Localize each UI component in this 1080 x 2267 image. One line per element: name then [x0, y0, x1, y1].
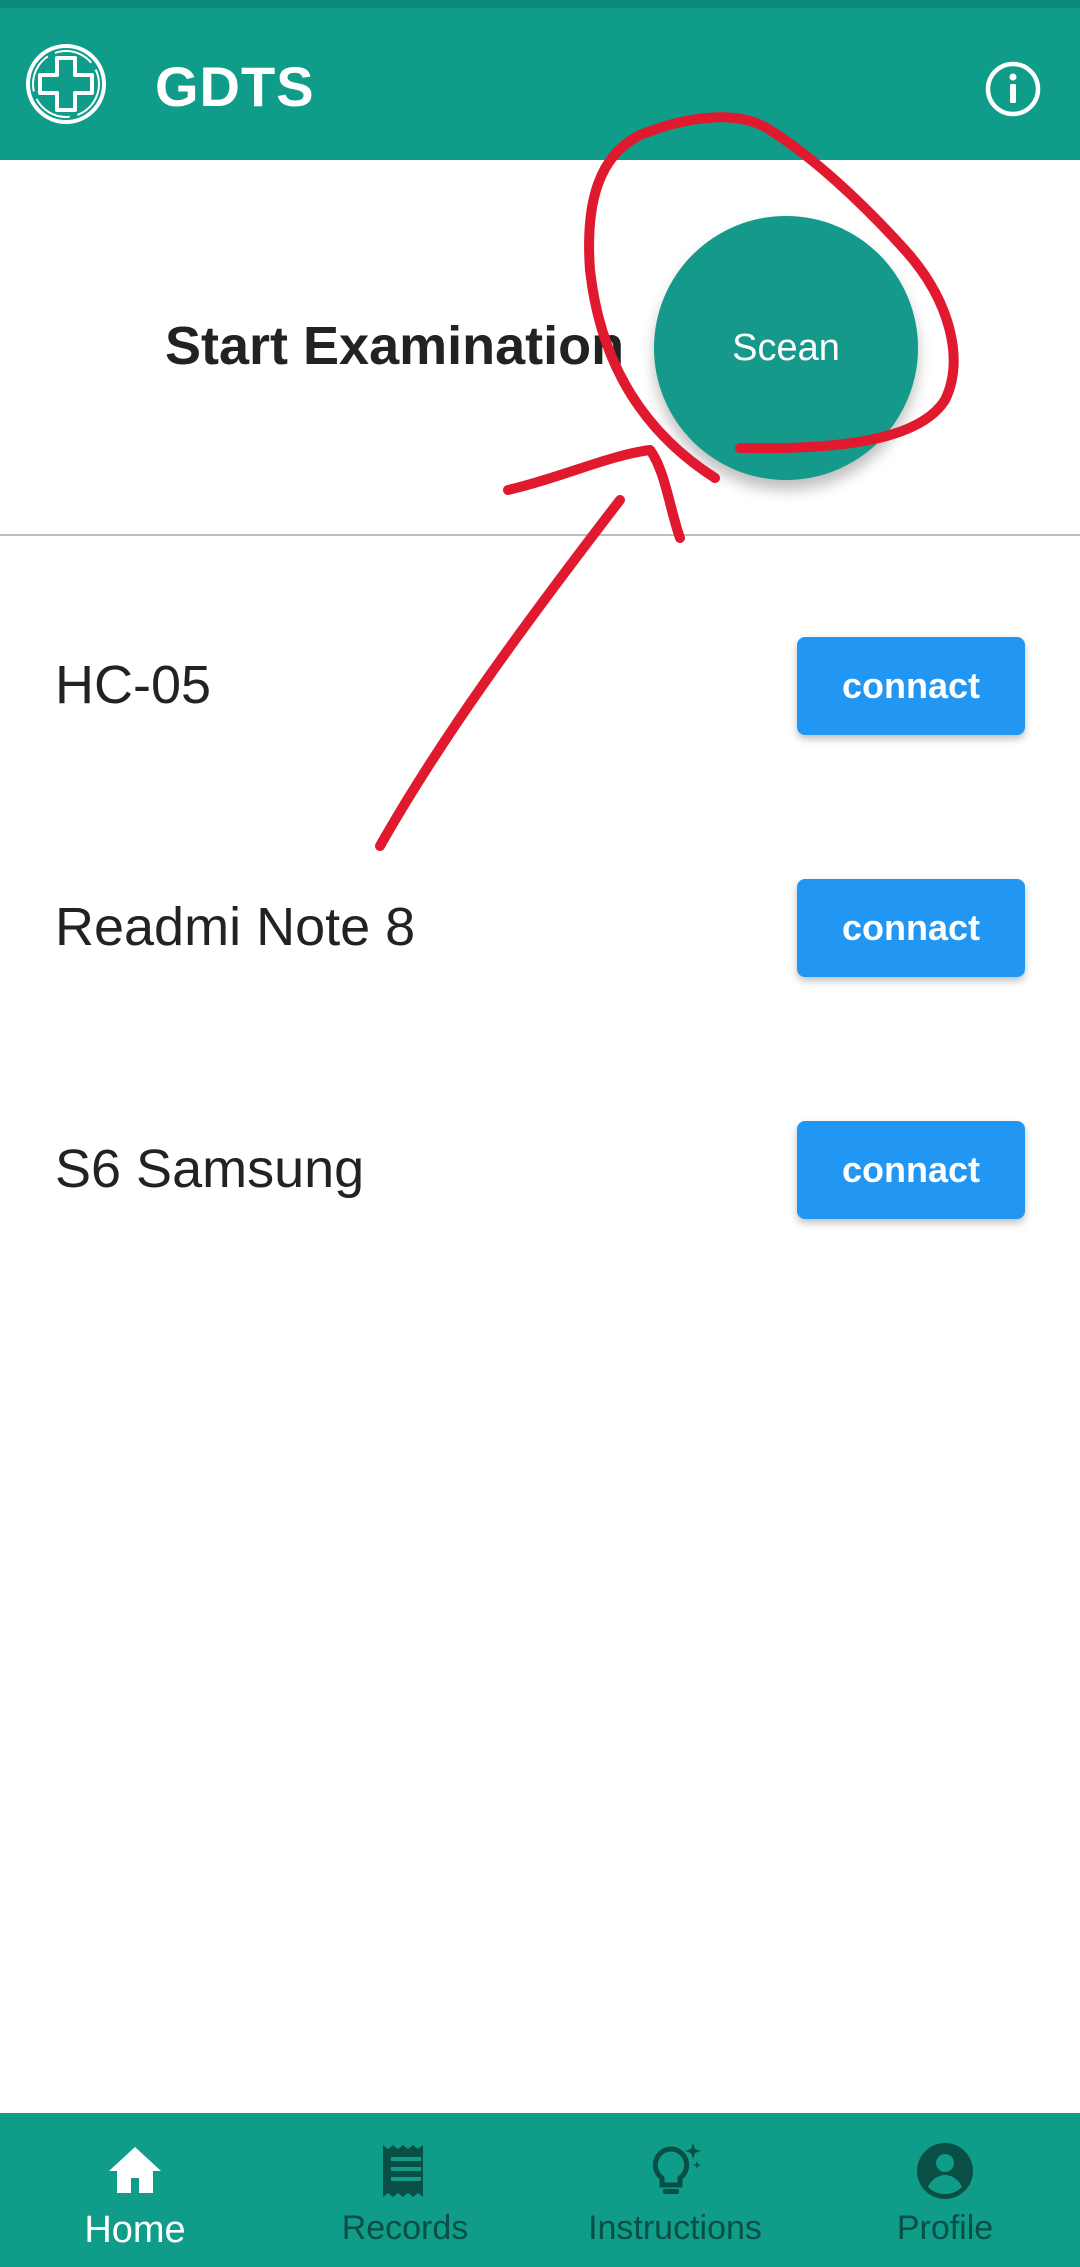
device-list: HC-05 connact Readmi Note 8 connact S6 S… [0, 536, 1080, 1262]
nav-item-instructions[interactable]: Instructions [540, 2113, 810, 2267]
connect-button[interactable]: connact [797, 637, 1025, 735]
nav-item-profile[interactable]: Profile [810, 2113, 1080, 2267]
scan-button[interactable]: Scean [654, 216, 918, 480]
device-row: HC-05 connact [0, 536, 1080, 778]
device-name: Readmi Note 8 [55, 897, 416, 957]
nav-item-records[interactable]: Records [270, 2113, 540, 2267]
home-icon [109, 2147, 161, 2193]
app-bar: GDTS [0, 8, 1080, 160]
start-examination-section: Start Examination Scean [0, 160, 1080, 534]
device-row: Readmi Note 8 connact [0, 778, 1080, 1020]
device-name: S6 Samsung [55, 1139, 365, 1199]
medical-cross-logo-icon [26, 44, 106, 124]
profile-icon [917, 2143, 973, 2199]
device-row: S6 Samsung connact [0, 1020, 1080, 1262]
start-examination-label: Start Examination [165, 316, 625, 376]
connect-button[interactable]: connact [797, 1121, 1025, 1219]
nav-label-records: Records [341, 2209, 469, 2247]
records-icon [383, 2145, 423, 2197]
bottom-navigation: Home Records Instructions Profile [0, 2113, 1080, 2267]
nav-label-home: Home [84, 2209, 186, 2251]
device-name: HC-05 [55, 655, 212, 715]
nav-label-instructions: Instructions [588, 2209, 762, 2247]
app-title: GDTS [155, 55, 315, 118]
nav-item-home[interactable]: Home [0, 2113, 270, 2267]
connect-button[interactable]: connact [797, 879, 1025, 977]
status-strip [0, 0, 1080, 8]
nav-label-profile: Profile [896, 2209, 994, 2247]
lightbulb-icon [652, 2143, 701, 2194]
info-icon[interactable] [984, 60, 1042, 118]
